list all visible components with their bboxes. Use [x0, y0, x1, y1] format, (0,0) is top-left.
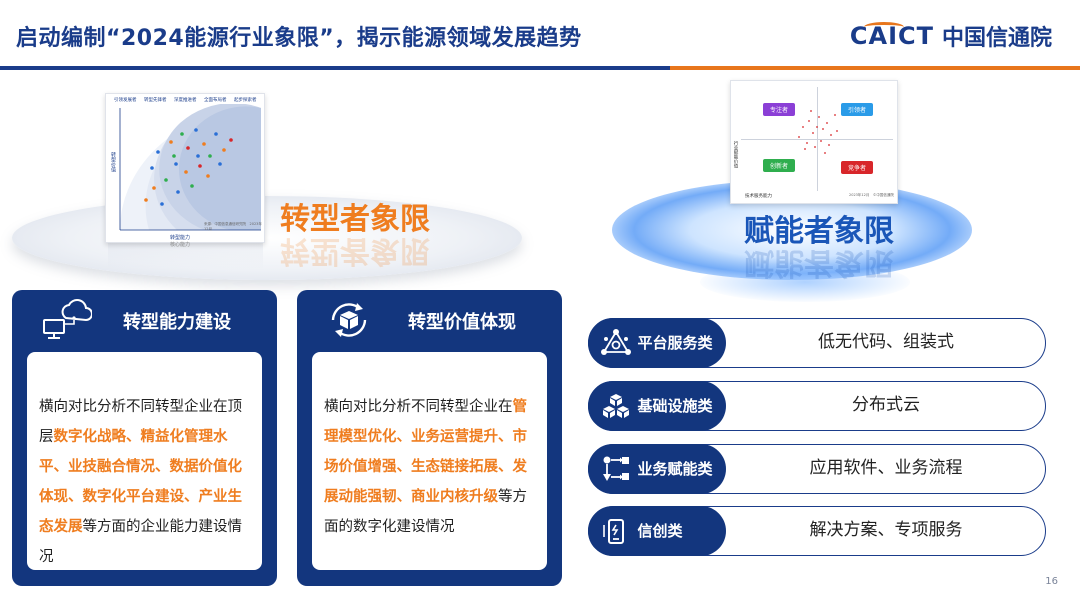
row-tag-label: 业务赋能类: [637, 460, 713, 478]
doc-xsublabel: 核心能力: [170, 242, 191, 248]
card-capability: 转型能力建设 横向对比分析不同转型企业在顶层数字化战略、精益化管理水平、业技融合…: [12, 290, 277, 586]
logo-swoosh-icon: [863, 22, 904, 32]
row-tag: 业务赋能类: [587, 443, 726, 494]
cloud-computer-icon: [43, 299, 92, 339]
quad-grid: 专注者 引领者 创新者 竞争者: [741, 87, 893, 191]
row-infrastructure: 基础设施类 分布式云: [587, 380, 1046, 431]
row-tag-label: 平台服务类: [637, 334, 713, 352]
doc-top-label: 转型先锋者: [144, 98, 167, 103]
row-value: 应用软件、业务流程: [809, 458, 963, 478]
box-cycle-icon: [331, 303, 367, 337]
row-business: 业务赋能类 应用软件、业务流程: [587, 443, 1046, 494]
left-platform: [12, 196, 522, 280]
row-value: 低无代码、组装式: [818, 332, 954, 352]
doc-xlabel: 转型能力: [170, 235, 191, 241]
doc-top-label: 引领发展者: [114, 98, 137, 103]
card-heading: 转型能力建设: [123, 312, 231, 333]
phone-device-icon: [602, 518, 624, 544]
doc-top-label: 深度推进者: [174, 98, 197, 103]
doc-top-label: 全面布局者: [204, 98, 227, 103]
enabler-quadrant-title-reflection: 赋能者象限: [744, 245, 894, 280]
doc-ylabel: 转型价值: [110, 152, 116, 172]
header-divider-blue: [0, 66, 670, 70]
card-body: 横向对比分析不同转型企业在顶层数字化战略、精益化管理水平、业技融合情况、数据价值…: [27, 352, 262, 570]
doc-arc-chart: [119, 104, 261, 231]
quad-ylabel: 行业赋能价值: [733, 141, 738, 168]
slide: 启动编制“2024能源行业象限”，揭示能源领域发展趋势 CAICT 中国信通院 …: [0, 0, 1080, 609]
card-body: 横向对比分析不同转型企业在管理模型优化、业务运营提升、市场价值增强、生态链接拓展…: [312, 352, 547, 570]
row-value: 分布式云: [852, 395, 920, 415]
caict-logo: CAICT 中国信通院: [850, 20, 1052, 52]
row-tag: 基础设施类: [587, 380, 726, 431]
row-tag-label: 信创类: [637, 522, 683, 540]
card-heading: 转型价值体现: [408, 312, 516, 333]
row-platform: 平台服务类 低无代码、组装式: [587, 317, 1046, 368]
row-tag: 信创类: [587, 505, 726, 556]
transformer-quadrant-thumbnail: 引领发展者 转型先锋者 深度推进者 全面布局者 起步探索者 转型价值 来源：中国…: [105, 93, 265, 248]
transformer-quadrant-title-reflection: 转型者象限: [280, 233, 430, 268]
row-tag: 平台服务类: [587, 317, 726, 368]
doc-note: 来源：中国信息通信研究院 2023年12月: [204, 222, 262, 231]
doc-top-label: 起步探索者: [234, 98, 257, 103]
header-divider-orange: [670, 66, 1080, 70]
quad-xlabel: 技术服务能力: [745, 194, 772, 199]
network-icon: [600, 328, 631, 355]
row-tag-label: 基础设施类: [637, 397, 713, 415]
row-xinchuang: 信创类 解决方案、专项服务: [587, 505, 1046, 556]
quad-note: 2023年12月 ©中国信通院: [849, 193, 894, 197]
logo-en: CAICT: [849, 22, 934, 50]
enabler-quadrant-thumbnail: 专注者 引领者 创新者 竞争者 行业赋能价值 技术服务能力 2023年12月 ©…: [730, 80, 898, 204]
page-number: 16: [1045, 576, 1058, 587]
workflow-icon: [602, 456, 629, 481]
cubes-icon: [602, 393, 629, 418]
card-body-text: 横向对比分析不同转型企业在: [324, 399, 513, 415]
page-title: 启动编制“2024能源行业象限”，揭示能源领域发展趋势: [16, 26, 582, 51]
card-value: 转型价值体现 横向对比分析不同转型企业在管理模型优化、业务运营提升、市场价值增强…: [297, 290, 562, 586]
quad-dots: [798, 110, 838, 154]
logo-cn: 中国信通院: [941, 26, 1052, 51]
row-value: 解决方案、专项服务: [809, 520, 963, 540]
